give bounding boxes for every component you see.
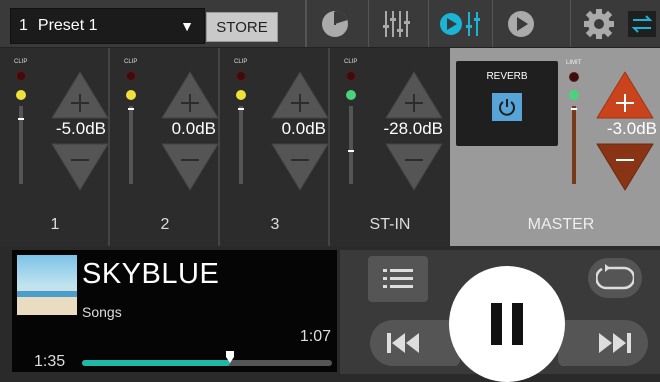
channel-strip-1: CLIP -5.0dB 1 — [0, 48, 110, 246]
seek-bar[interactable] — [82, 351, 332, 366]
previous-button[interactable] — [370, 320, 460, 366]
signal-led — [236, 90, 246, 100]
reverb-toggle-button[interactable] — [490, 91, 524, 123]
album-art — [17, 255, 77, 315]
level-readout: 0.0dB — [171, 119, 216, 138]
reverb-panel: REVERB — [456, 61, 558, 146]
level-readout: 0.0dB — [281, 119, 326, 138]
signal-led — [346, 90, 356, 100]
clip-label: CLIP — [124, 59, 138, 65]
level-meter — [128, 106, 134, 184]
level-up-button[interactable] — [270, 70, 330, 120]
meter-icon — [321, 10, 348, 37]
channel-name: 3 — [270, 216, 280, 233]
level-down-button[interactable] — [160, 142, 220, 192]
level-down-button[interactable] — [384, 142, 444, 192]
play-icon — [507, 10, 534, 37]
play-eq-button[interactable] — [428, 0, 493, 47]
song-title: SKYBLUE — [82, 258, 220, 290]
master-down-button[interactable] — [595, 142, 655, 192]
chevron-down-icon: ▼ — [180, 18, 194, 34]
channel-strip-st-in: CLIP -28.0dB ST-IN — [330, 48, 450, 246]
play-button[interactable] — [492, 0, 548, 47]
level-meter — [238, 106, 244, 184]
song-source: Songs — [82, 304, 122, 320]
next-icon — [599, 333, 631, 353]
settings-button[interactable] — [570, 0, 626, 47]
clip-label: CLIP — [344, 59, 358, 65]
clip-led — [346, 71, 356, 81]
level-meter — [18, 106, 24, 184]
signal-led — [16, 90, 26, 100]
top-toolbar: 1 Preset 1 ▼ STORE — [0, 0, 660, 48]
meter-button[interactable] — [306, 0, 362, 47]
power-icon — [499, 99, 515, 116]
level-down-button[interactable] — [50, 142, 110, 192]
preset-number: 1 — [19, 17, 28, 34]
level-readout: -5.0dB — [55, 119, 106, 138]
master-level-readout: -3.0dB — [606, 119, 657, 138]
repeat-button[interactable] — [588, 258, 642, 298]
clip-label: CLIP — [234, 59, 248, 65]
level-meter — [348, 106, 354, 184]
pause-icon — [491, 303, 523, 345]
previous-icon — [387, 333, 419, 353]
repeat-icon — [596, 264, 634, 290]
clip-led — [16, 71, 26, 81]
signal-led — [126, 90, 136, 100]
time-elapsed: 1:35 — [34, 353, 66, 370]
pause-button[interactable] — [449, 266, 565, 382]
preset-selector[interactable]: 1 Preset 1 ▼ — [10, 8, 205, 44]
clip-led — [126, 71, 136, 81]
level-readout: -28.0dB — [383, 119, 443, 138]
store-button[interactable]: STORE — [206, 12, 278, 42]
seek-handle[interactable] — [225, 351, 234, 363]
master-name: MASTER — [527, 216, 595, 233]
channel-strips: CLIP -5.0dB 1 CLIP 0.0dB 2 CLIP 0.0dB 3 … — [0, 48, 450, 246]
mixer-faders-icon — [382, 10, 410, 37]
transport-controls — [340, 250, 660, 382]
limit-label: LIMIT — [566, 60, 582, 66]
swap-icon — [628, 10, 656, 37]
master-strip: REVERB LIMIT -3.0dB MASTER — [450, 48, 660, 246]
channel-name: ST-IN — [369, 216, 411, 233]
mixer-button[interactable] — [368, 0, 424, 47]
gear-icon — [583, 8, 614, 39]
level-up-button[interactable] — [160, 70, 220, 120]
swap-button[interactable] — [624, 0, 660, 47]
level-down-button[interactable] — [270, 142, 330, 192]
reverb-label: REVERB — [486, 71, 528, 82]
channel-strip-2: CLIP 0.0dB 2 — [110, 48, 220, 246]
play-eq-icon — [440, 11, 480, 36]
clip-led — [236, 71, 246, 81]
master-signal-led — [569, 90, 579, 100]
level-up-button[interactable] — [384, 70, 444, 120]
channel-name: 1 — [50, 216, 60, 233]
next-button[interactable] — [558, 320, 648, 366]
list-icon — [383, 269, 413, 288]
channel-strip-3: CLIP 0.0dB 3 — [220, 48, 330, 246]
time-remaining: 1:07 — [299, 328, 331, 345]
seek-progress — [82, 360, 230, 366]
preset-name: Preset 1 — [37, 17, 98, 34]
clip-label: CLIP — [14, 59, 28, 65]
playlist-button[interactable] — [368, 256, 428, 302]
master-level-meter — [571, 106, 577, 184]
master-up-button[interactable] — [595, 70, 655, 120]
now-playing-panel: SKYBLUE Songs 1:07 1:35 — [12, 250, 337, 372]
limit-led — [569, 72, 579, 82]
level-up-button[interactable] — [50, 70, 110, 120]
channel-name: 2 — [160, 216, 170, 233]
